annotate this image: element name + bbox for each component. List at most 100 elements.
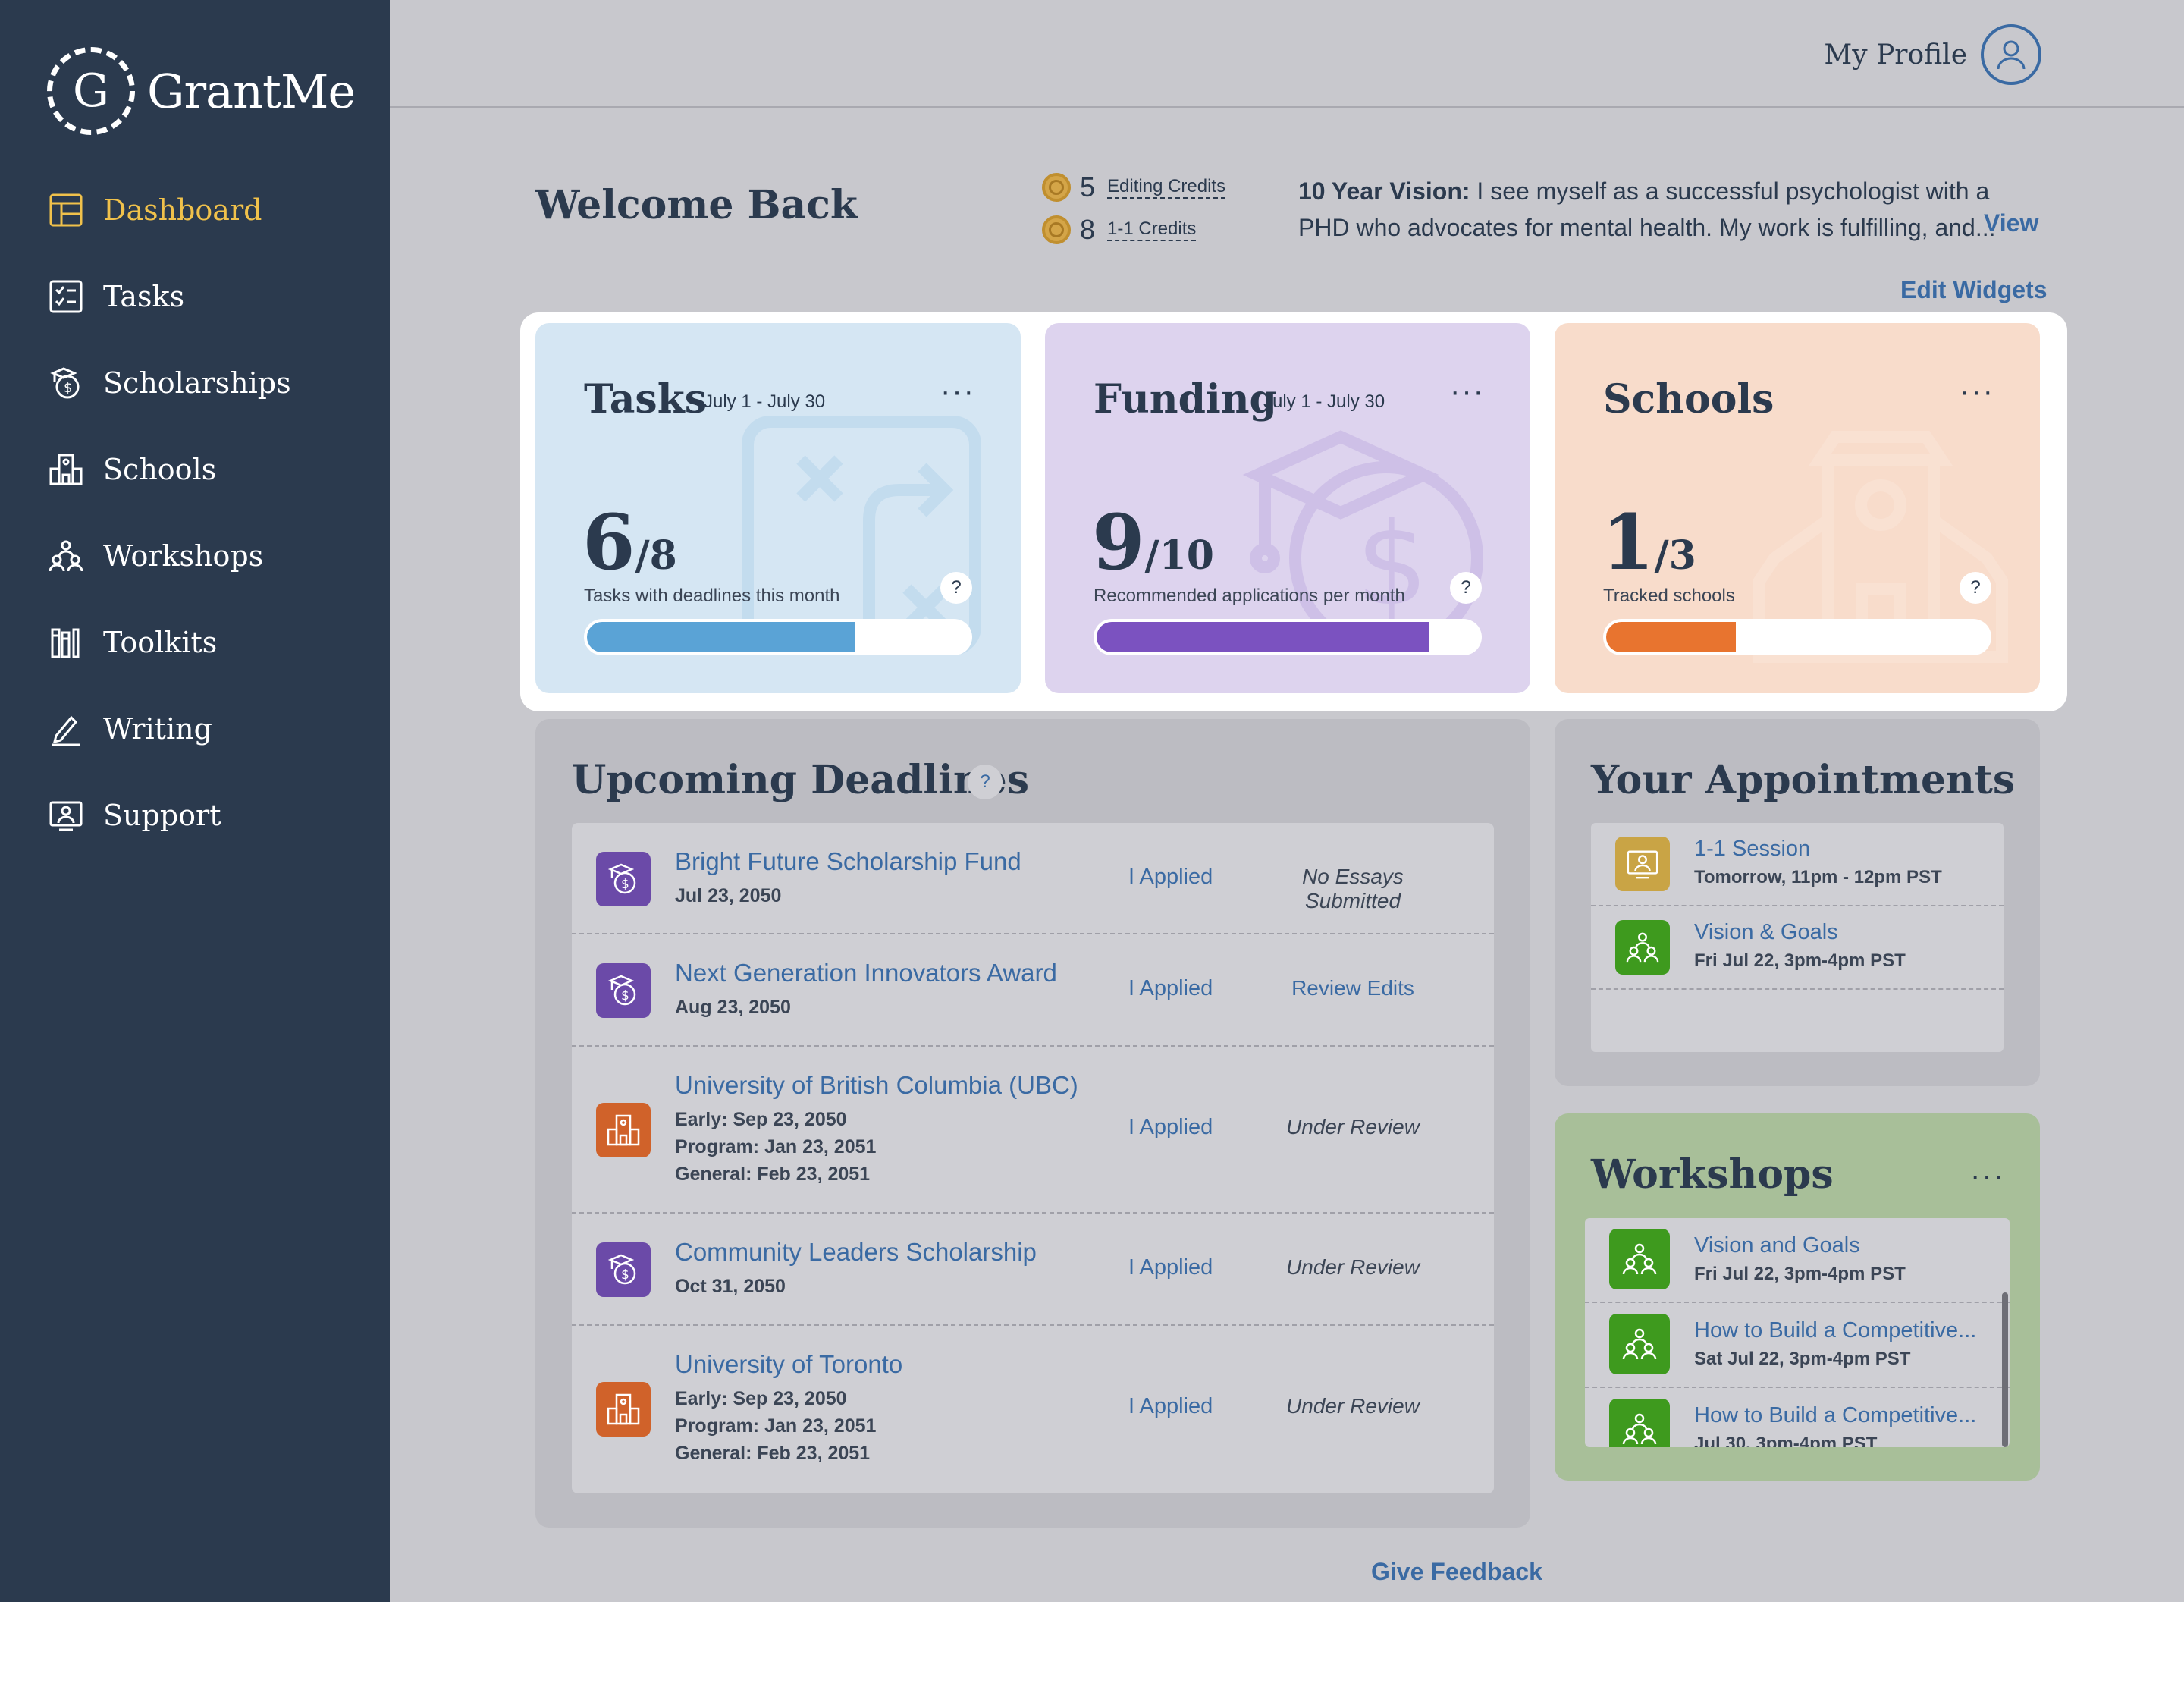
school-icon — [47, 451, 85, 488]
schools-widget[interactable]: Schools ··· 1/3 Tracked schools ? — [1555, 323, 2040, 693]
deadline-row[interactable]: University of British Columbia (UBC) Ear… — [572, 1047, 1494, 1214]
deadline-row[interactable]: $ Bright Future Scholarship Fund Jul 23,… — [572, 823, 1494, 934]
deadline-name[interactable]: University of British Columbia (UBC) — [675, 1071, 1078, 1100]
funding-more-icon[interactable]: ··· — [1450, 376, 1485, 407]
workshops-more-icon[interactable]: ··· — [1970, 1160, 2005, 1191]
sidebar-item-scholarships[interactable]: $ Scholarships — [47, 364, 291, 402]
appointment-name[interactable]: 1-1 Session — [1694, 837, 1810, 862]
credit-count: 8 — [1080, 214, 1096, 245]
workshop-row[interactable]: Vision and Goals Fri Jul 22, 3pm-4pm PST — [1585, 1218, 2010, 1303]
vision-view-link[interactable]: View — [1984, 209, 2038, 237]
funding-count: 9/10 — [1092, 498, 1214, 587]
funding-help-icon[interactable]: ? — [1450, 572, 1482, 604]
page-title: Welcome Back — [535, 182, 858, 228]
edit-widgets-link[interactable]: Edit Widgets — [1900, 276, 2047, 304]
deadline-name[interactable]: Community Leaders Scholarship — [675, 1238, 1037, 1267]
sidebar-item-label: Tasks — [103, 280, 185, 313]
workshop-icon — [47, 537, 85, 575]
tasks-widget[interactable]: Tasks July 1 - July 30 ··· 6/8 Tasks wit… — [535, 323, 1021, 693]
review-edits-link[interactable]: Review Edits — [1254, 976, 1451, 1000]
svg-text:$: $ — [1356, 499, 1428, 631]
schools-more-icon[interactable]: ··· — [1960, 376, 1994, 407]
i-applied-link[interactable]: I Applied — [1128, 1394, 1213, 1419]
deadline-date-general: General: Feb 23, 2051 — [675, 1164, 871, 1185]
tasks-help-icon[interactable]: ? — [940, 572, 972, 604]
deadline-name[interactable]: University of Toronto — [675, 1350, 902, 1379]
sidebar-item-writing[interactable]: Writing — [47, 710, 212, 748]
appointment-name[interactable]: Vision & Goals — [1694, 920, 1838, 945]
deadlines-list: $ Bright Future Scholarship Fund Jul 23,… — [572, 823, 1494, 1493]
tasks-date-range: July 1 - July 30 — [704, 391, 826, 412]
app-root: G GrantMe Dashboard Tasks $ Scholarships — [0, 0, 2184, 1602]
funding-progress-fill — [1097, 622, 1429, 652]
deadline-name[interactable]: Bright Future Scholarship Fund — [675, 847, 1021, 876]
editing-credits-link[interactable]: Editing Credits — [1107, 176, 1226, 199]
logo[interactable]: G GrantMe — [47, 47, 356, 135]
school-icon — [596, 1103, 651, 1157]
schools-help-icon[interactable]: ? — [1960, 572, 1991, 604]
deadline-date-program: Program: Jan 23, 2051 — [675, 1136, 877, 1157]
workshops-scrollbar[interactable] — [2002, 1292, 2008, 1447]
workshop-time: Sat Jul 22, 3pm-4pm PST — [1694, 1349, 1911, 1369]
coin-icon — [1042, 215, 1071, 244]
deadline-row[interactable]: University of Toronto Early: Sep 23, 205… — [572, 1326, 1494, 1493]
schools-total: /3 — [1654, 532, 1696, 579]
appointment-time: Tomorrow, 11pm - 12pm PST — [1694, 867, 1942, 887]
deadline-date: Oct 31, 2050 — [675, 1276, 786, 1297]
appointment-row[interactable]: 1-1 Session Tomorrow, 11pm - 12pm PST — [1591, 823, 2004, 906]
deadline-row[interactable]: $ Next Generation Innovators Award Aug 2… — [572, 934, 1494, 1047]
one-on-one-credits-link[interactable]: 1-1 Credits — [1107, 218, 1197, 241]
give-feedback-link[interactable]: Give Feedback — [1371, 1558, 1542, 1586]
my-profile-button[interactable]: My Profile — [1824, 24, 2041, 85]
sidebar-item-workshops[interactable]: Workshops — [47, 537, 263, 575]
deadline-status: No Essays Submitted — [1302, 865, 1404, 912]
i-applied-link[interactable]: I Applied — [1128, 865, 1213, 890]
appointment-row[interactable]: Vision & Goals Fri Jul 22, 3pm-4pm PST — [1591, 906, 2004, 990]
sidebar-item-tasks[interactable]: Tasks — [47, 278, 184, 316]
schools-progress-fill — [1606, 622, 1737, 652]
school-icon — [596, 1382, 651, 1437]
deadline-status: Under Review — [1286, 1394, 1420, 1418]
sidebar-item-label: Workshops — [103, 539, 264, 573]
workshop-name[interactable]: Vision and Goals — [1694, 1233, 1860, 1258]
editing-credits: 5 Editing Credits — [1042, 171, 1226, 203]
sidebar-item-toolkits[interactable]: Toolkits — [47, 623, 217, 661]
scholarship-icon: $ — [596, 963, 651, 1018]
sidebar-item-label: Dashboard — [103, 193, 262, 227]
sidebar-item-schools[interactable]: Schools — [47, 451, 216, 488]
pencil-icon — [47, 710, 85, 748]
i-applied-link[interactable]: I Applied — [1128, 1115, 1213, 1140]
funding-widget-title: Funding — [1094, 376, 1277, 422]
sidebar-item-label: Support — [103, 799, 221, 832]
funding-widget[interactable]: $ Funding July 1 - July 30 ··· 9/10 Reco… — [1045, 323, 1530, 693]
schools-value: 1 — [1602, 498, 1655, 587]
workshop-row[interactable]: How to Build a Competitive... Sat Jul 22… — [1585, 1303, 2010, 1388]
sidebar-item-label: Scholarships — [103, 366, 291, 400]
workshop-time: Fri Jul 22, 3pm-4pm PST — [1694, 1264, 1906, 1284]
tasks-value: 6 — [582, 498, 635, 587]
ten-year-vision: 10 Year Vision: I see myself as a succes… — [1298, 173, 2041, 246]
deadline-row[interactable]: $ Community Leaders Scholarship Oct 31, … — [572, 1214, 1494, 1326]
deadline-date: Aug 23, 2050 — [675, 997, 791, 1018]
workshop-icon — [1615, 920, 1670, 975]
workshop-name[interactable]: How to Build a Competitive... — [1694, 1318, 1976, 1343]
scholarship-icon: $ — [47, 364, 85, 402]
workshop-icon — [1609, 1229, 1670, 1289]
sidebar-item-support[interactable]: Support — [47, 796, 221, 834]
sidebar-item-dashboard[interactable]: Dashboard — [47, 191, 262, 229]
workshop-name[interactable]: How to Build a Competitive... — [1694, 1403, 1976, 1428]
vision-label: 10 Year Vision: — [1298, 177, 1470, 205]
i-applied-link[interactable]: I Applied — [1128, 1255, 1213, 1280]
appointment-time: Fri Jul 22, 3pm-4pm PST — [1694, 950, 1906, 971]
funding-total: /10 — [1144, 532, 1214, 579]
workshop-row[interactable]: How to Build a Competitive... Jul 30, 3p… — [1585, 1388, 2010, 1447]
credit-count: 5 — [1080, 171, 1096, 203]
i-applied-link[interactable]: I Applied — [1128, 976, 1213, 1001]
logo-mark: G — [47, 47, 135, 135]
scholarship-icon: $ — [596, 852, 651, 906]
deadlines-help-icon[interactable]: ? — [968, 765, 1003, 799]
sidebar-item-label: Toolkits — [103, 626, 218, 659]
tasks-more-icon[interactable]: ··· — [940, 376, 975, 407]
appointments-title: Your Appointments — [1591, 757, 2016, 803]
deadline-name[interactable]: Next Generation Innovators Award — [675, 959, 1057, 988]
